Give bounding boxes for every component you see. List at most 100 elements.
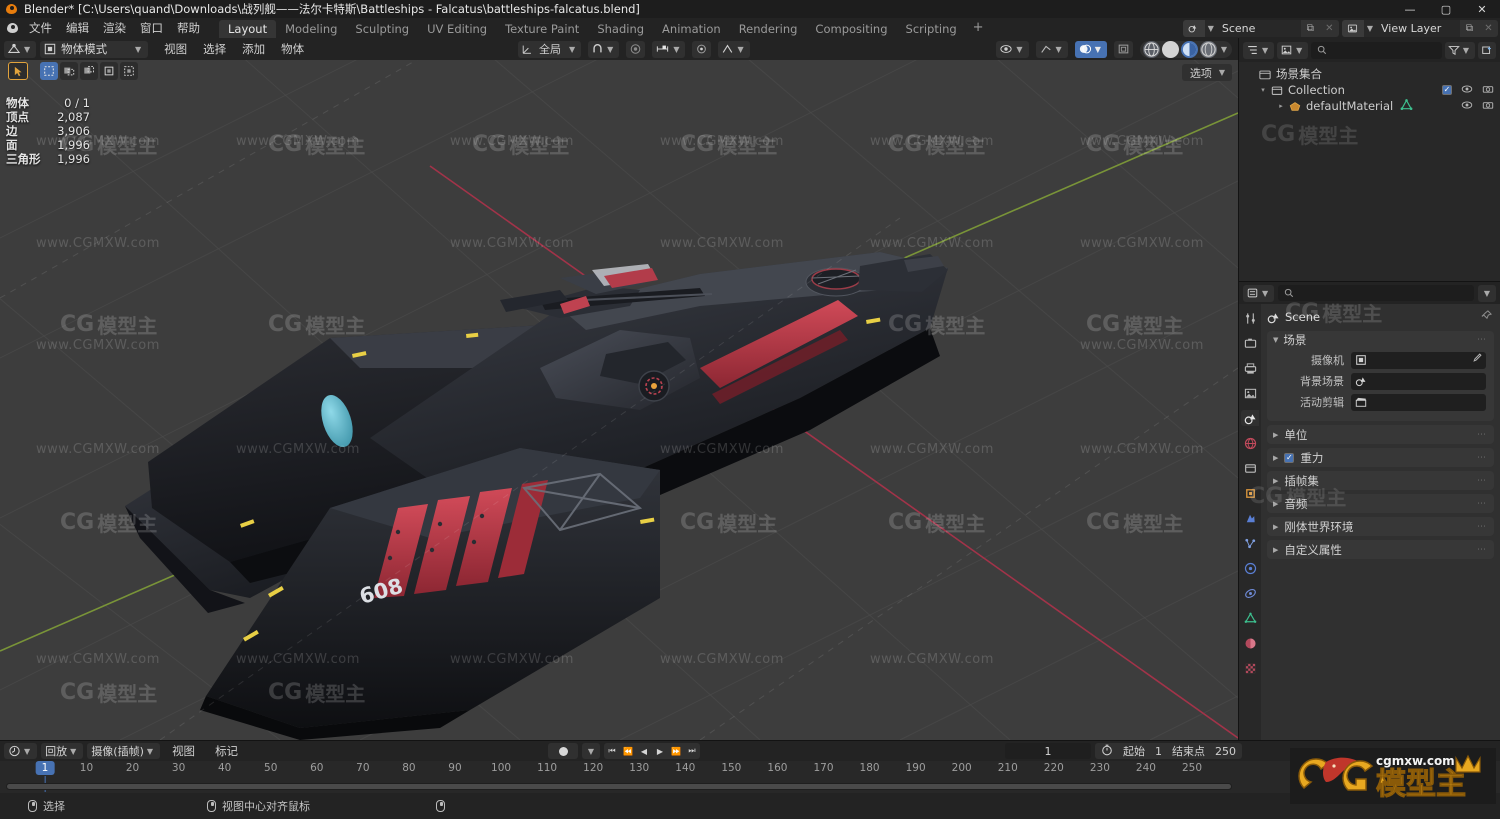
outliner-filter-button[interactable]: ▼ (1444, 41, 1475, 59)
timeline-menu-view[interactable]: 视图 (164, 743, 203, 759)
workspace-tabs[interactable]: Layout Modeling Sculpting UV Editing Tex… (219, 18, 991, 38)
timeline-transport-controls[interactable]: ▼ ⏮ ⏪ ◀ ▶ ⏩ ⏭ (548, 743, 700, 759)
viewport-menu-select[interactable]: 选择 (195, 38, 234, 60)
previous-keyframe-button[interactable]: ⏪ (620, 743, 636, 759)
gizmo-toggle[interactable]: ▼ (1035, 40, 1068, 58)
gravity-checkbox[interactable]: ✓ (1284, 452, 1295, 463)
disable-in-renders-camera-icon[interactable] (1482, 100, 1494, 113)
timeline-editor-type-selector[interactable]: ▼ (4, 743, 38, 759)
tab-constraints[interactable] (1241, 585, 1259, 601)
menu-edit[interactable]: 编辑 (59, 18, 96, 38)
viewport-menu-object[interactable]: 物体 (273, 38, 312, 60)
auto-keying-options-button[interactable]: ▼ (582, 743, 600, 759)
play-reverse-button[interactable]: ◀ (636, 743, 652, 759)
editor-type-selector[interactable]: ▼ (4, 40, 37, 58)
unlink-scene-button[interactable]: ✕ (1319, 19, 1339, 37)
viewport-options-button[interactable]: 选项 ▼ (1181, 64, 1232, 81)
timeline-horizontal-scrollbar[interactable] (6, 783, 1232, 790)
panel-collapse-triangle-icon[interactable]: ▶ (1273, 431, 1278, 439)
tab-rendering[interactable]: Rendering (730, 20, 807, 38)
outliner-editor[interactable]: ▼ ▼ ▼ 场景集合 ▾ Collection ✓ ▸ defaultMater… (1238, 38, 1500, 281)
menu-window[interactable]: 窗口 (133, 18, 170, 38)
new-view-layer-button[interactable]: ⧉ (1460, 19, 1479, 37)
outliner-display-mode-selector[interactable]: ▼ (1277, 41, 1309, 59)
select-intersect-button[interactable] (120, 62, 138, 80)
tab-object[interactable] (1241, 485, 1259, 501)
end-frame-value[interactable]: 250 (1215, 745, 1236, 758)
maximize-button[interactable]: ▢ (1428, 0, 1464, 18)
viewport-menu-add[interactable]: 添加 (234, 38, 273, 60)
scene-panel-header[interactable]: ▼ 场景 ⋯ (1267, 331, 1494, 349)
outliner-new-collection-button[interactable] (1478, 41, 1496, 59)
panel-gravity[interactable]: ▶ ✓ 重力 ⋯ (1267, 448, 1494, 467)
snap-magnet-toggle[interactable]: ▼ (588, 40, 620, 58)
tab-render[interactable] (1241, 335, 1259, 351)
auto-keying-toggle[interactable] (548, 743, 578, 759)
jump-to-end-button[interactable]: ⏭ (684, 743, 700, 759)
background-scene-field-input[interactable] (1351, 372, 1486, 390)
view-layer-name[interactable]: View Layer (1376, 20, 1460, 37)
window-controls[interactable]: — ▢ ✕ (1392, 0, 1500, 18)
mesh-data-icon[interactable] (1400, 98, 1413, 114)
properties-editor-type-selector[interactable]: ▼ (1243, 284, 1275, 302)
view-layer-selector[interactable]: ▼ View Layer ⧉ ✕ (1341, 19, 1498, 37)
transform-orientation-selector[interactable]: 全局 ▼ (518, 40, 582, 58)
start-frame-value[interactable]: 1 (1155, 745, 1162, 758)
panel-collapse-triangle-icon[interactable]: ▶ (1273, 477, 1278, 485)
outliner-row-toggles[interactable]: ✓ (1442, 84, 1494, 97)
tab-world[interactable] (1241, 435, 1259, 451)
hide-eye-icon[interactable] (1461, 84, 1473, 97)
scene-name[interactable]: Scene (1217, 20, 1301, 37)
shading-wireframe-button[interactable] (1142, 40, 1160, 58)
tab-collection[interactable] (1241, 460, 1259, 476)
tab-scripting[interactable]: Scripting (897, 20, 966, 38)
jump-to-start-button[interactable]: ⏮ (604, 743, 620, 759)
xray-toggle[interactable] (1113, 40, 1133, 58)
tab-physics[interactable] (1241, 560, 1259, 576)
frame-range-fields[interactable]: 起始 1 结束点 250 (1095, 743, 1242, 759)
select-difference-button[interactable] (100, 62, 118, 80)
active-clip-field-input[interactable] (1351, 393, 1486, 411)
add-workspace-button[interactable]: + (966, 18, 991, 38)
properties-editor[interactable]: ▼ ▼ Scene ▼ 场景 ⋯ 摄像机 背景场景 活动剪辑 ▶ 单位 ⋯ ▶ … (1238, 281, 1500, 740)
timeline-menu-marker[interactable]: 标记 (207, 743, 246, 759)
shading-solid-button[interactable] (1161, 40, 1179, 58)
outliner-row-collection[interactable]: ▾ Collection ✓ (1239, 82, 1500, 98)
viewport-menu-view[interactable]: 视图 (156, 38, 195, 60)
timeline-frame-controls[interactable]: 1 起始 1 结束点 250 (1005, 743, 1242, 759)
menu-file[interactable]: 文件 (22, 18, 59, 38)
pivot-point-selector[interactable] (692, 40, 712, 58)
3d-viewport[interactable]: 608 www.CGMXW.com www.CGMXW (0, 38, 1238, 740)
keying-popover-button[interactable]: 摄像(插帧) ▼ (87, 743, 161, 759)
outliner-editor-type-selector[interactable]: ▼ (1243, 41, 1275, 59)
playback-buttons[interactable]: ⏮ ⏪ ◀ ▶ ⏩ ⏭ (604, 743, 700, 759)
blender-menu-icon[interactable] (4, 19, 22, 37)
tab-animation[interactable]: Animation (653, 20, 730, 38)
tab-modifier[interactable] (1241, 510, 1259, 526)
properties-search-input[interactable] (1278, 285, 1474, 301)
panel-collapse-triangle-icon[interactable]: ▶ (1273, 454, 1278, 462)
panel-collapse-triangle-icon[interactable]: ▶ (1273, 500, 1278, 508)
scrollbar-thumb[interactable] (7, 784, 1231, 789)
menu-help[interactable]: 帮助 (170, 18, 207, 38)
tab-output[interactable] (1241, 360, 1259, 376)
collapse-triangle-icon[interactable]: ▾ (1257, 86, 1269, 94)
eyedropper-icon[interactable] (1471, 353, 1482, 367)
visibility-selector[interactable]: ▼ (996, 40, 1029, 58)
timeline-editor[interactable]: ▼ 回放 ▼ 摄像(插帧) ▼ 视图 标记 ▼ ⏮ ⏪ ◀ ▶ ⏩ ⏭ 1 起始… (0, 740, 1500, 793)
tab-modeling[interactable]: Modeling (276, 20, 346, 38)
tab-texture[interactable] (1241, 660, 1259, 676)
disable-in-renders-camera-icon[interactable] (1482, 84, 1494, 97)
tab-material[interactable] (1241, 635, 1259, 651)
panel-keying-sets[interactable]: ▶ 插帧集 ⋯ (1267, 471, 1494, 490)
tab-compositing[interactable]: Compositing (806, 20, 896, 38)
playback-popover-button[interactable]: 回放 ▼ (41, 743, 84, 759)
play-button[interactable]: ▶ (652, 743, 668, 759)
select-box-button[interactable] (40, 62, 58, 80)
interaction-mode-selector[interactable]: 物体模式 ▼ (40, 40, 149, 58)
tab-view-layer[interactable] (1241, 385, 1259, 401)
pin-id-icon[interactable] (1481, 310, 1493, 324)
timeline-playhead[interactable]: 1 (35, 761, 55, 792)
menu-render[interactable]: 渲染 (96, 18, 133, 38)
camera-field-input[interactable] (1351, 351, 1486, 369)
